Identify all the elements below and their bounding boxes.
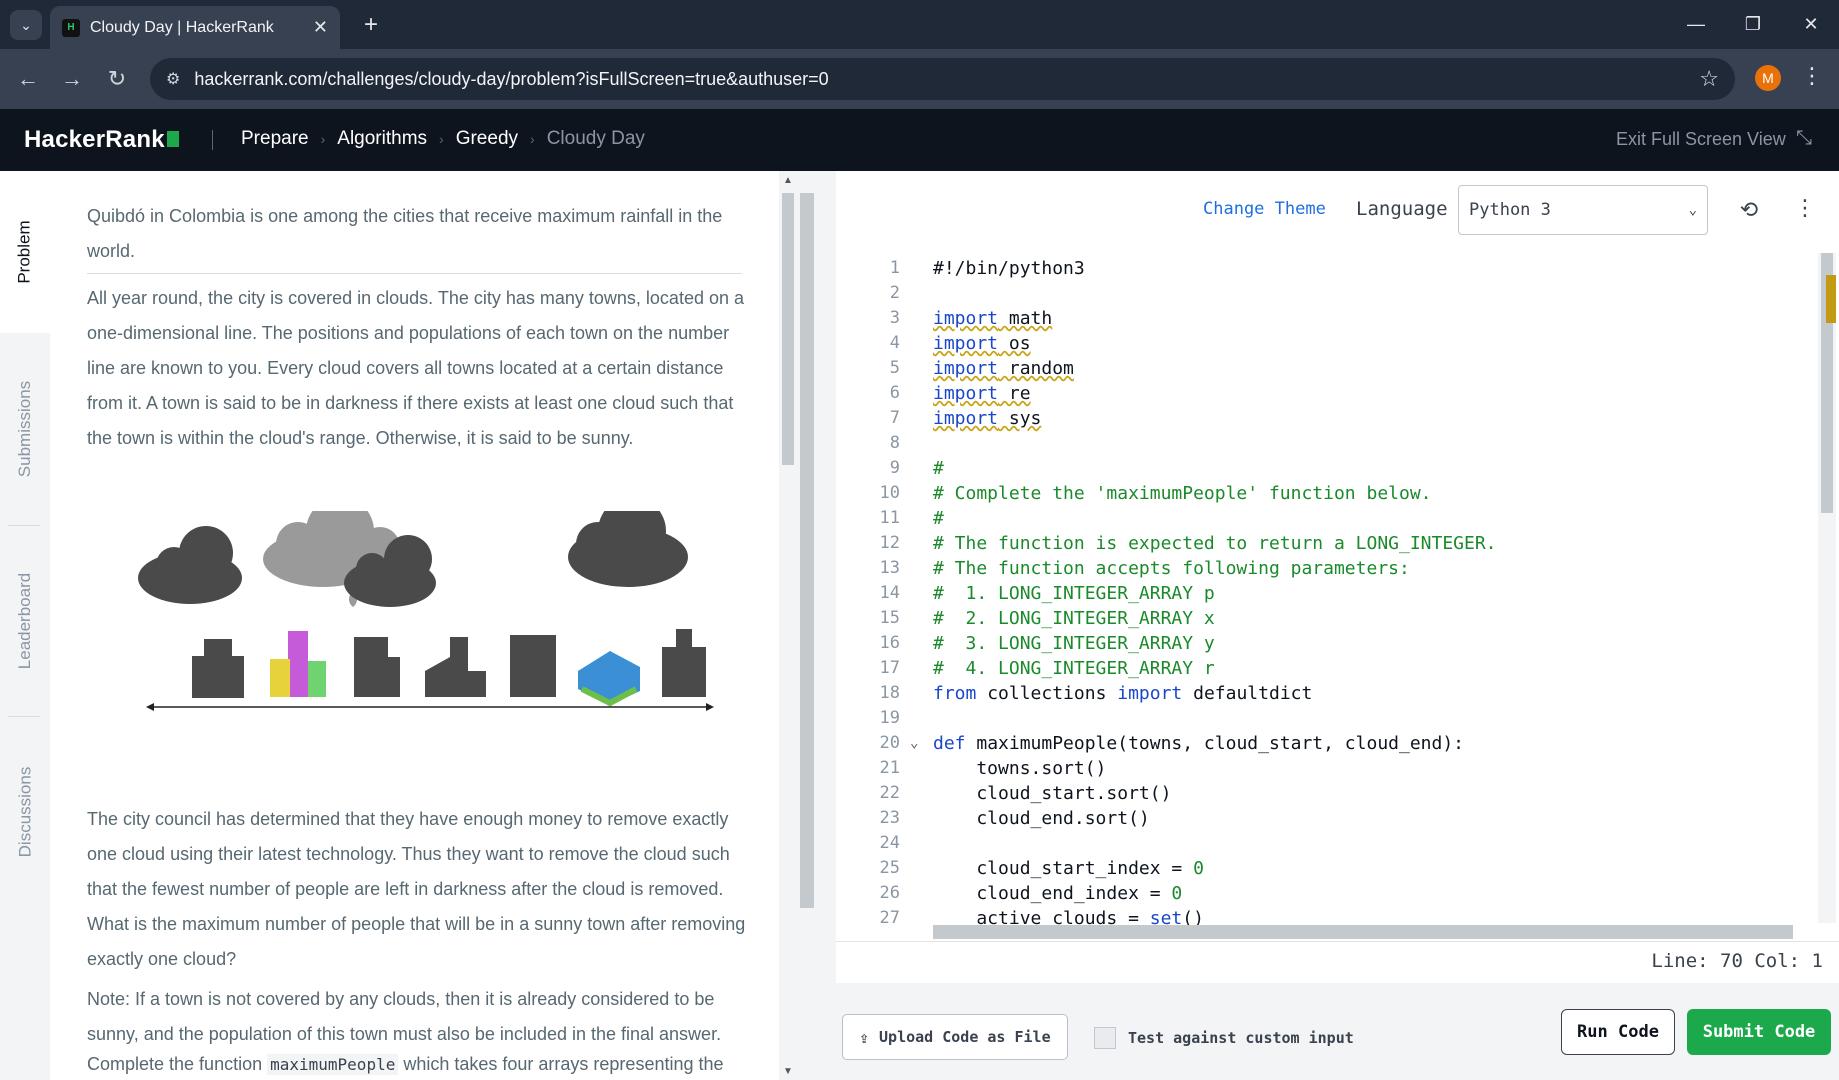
building-icon: [270, 631, 326, 697]
editor-toolbar: Change Theme Language Python 3 ⌄ ⟲ ⋮: [836, 171, 1839, 251]
forward-icon[interactable]: →: [56, 63, 88, 95]
address-bar: ← → ↻ ⚙ hackerrank.com/challenges/cloudy…: [0, 49, 1839, 109]
breadcrumb: Prepare › Algorithms › Greedy › Cloudy D…: [241, 128, 645, 150]
back-icon[interactable]: ←: [12, 63, 44, 95]
editor-vertical-scrollbar[interactable]: [1818, 253, 1836, 923]
breadcrumb-greedy[interactable]: Greedy: [456, 128, 518, 150]
building-icon: [510, 635, 556, 697]
code-editor[interactable]: 1 #!/bin/python3 2 3 import math 4 import o…: [836, 251, 1839, 941]
problem-note: Note: If a town is not covered by any cl…: [87, 989, 722, 1044]
header-divider: [212, 130, 213, 150]
outer-scroll-thumb[interactable]: [800, 193, 814, 908]
cursor-position: Line: 70 Col: 1: [1651, 950, 1823, 972]
breadcrumb-prepare[interactable]: Prepare: [241, 128, 309, 150]
tab-leaderboard-label: Leaderboard: [15, 572, 35, 670]
building-icon: [425, 637, 486, 697]
problem-function-desc: Complete the function maximumPeople whic…: [87, 1047, 757, 1080]
tab-leaderboard[interactable]: Leaderboard: [0, 526, 50, 716]
browser-menu-icon[interactable]: ⋮: [1800, 63, 1824, 89]
profile-avatar[interactable]: M: [1755, 65, 1781, 91]
run-code-button[interactable]: Run Code: [1561, 1009, 1675, 1055]
breadcrumb-algorithms[interactable]: Algorithms: [337, 128, 427, 150]
submit-code-button[interactable]: Submit Code: [1687, 1009, 1831, 1055]
language-select[interactable]: Python 3 ⌄: [1458, 185, 1708, 235]
tab-search-dropdown-icon[interactable]: ⌄: [10, 10, 42, 40]
more-vert-icon[interactable]: ⋮: [1794, 195, 1816, 221]
url-omnibox[interactable]: ⚙ hackerrank.com/challenges/cloudy-day/p…: [150, 58, 1735, 100]
problem-description: All year round, the city is covered in c…: [87, 288, 744, 448]
tab-submissions[interactable]: Submissions: [0, 333, 50, 525]
exit-fullscreen-link[interactable]: Exit Full Screen View: [1616, 129, 1786, 150]
problem-scrollbar[interactable]: ▲ ▼: [779, 171, 797, 1080]
panel-resize-handle[interactable]: [797, 171, 817, 1080]
function-desc-pre: Complete the function: [87, 1054, 268, 1074]
function-name-code: maximumPeople: [267, 1054, 399, 1075]
problem-intro: Quibdó in Colombia is one among the citi…: [87, 206, 723, 261]
cloud-icon: [568, 511, 688, 587]
new-tab-plus-icon[interactable]: +: [356, 10, 386, 40]
url-text[interactable]: hackerrank.com/challenges/cloudy-day/pro…: [194, 69, 1699, 90]
editor-footer: ⇪ Upload Code as File Test against custo…: [836, 983, 1839, 1080]
upload-code-button[interactable]: ⇪ Upload Code as File: [842, 1014, 1068, 1060]
language-value: Python 3: [1469, 200, 1551, 220]
section-divider: [87, 273, 742, 274]
upload-icon: ⇪: [859, 1027, 870, 1047]
custom-input-label[interactable]: Test against custom input: [1128, 1029, 1354, 1047]
restore-icon[interactable]: ❐: [1733, 8, 1773, 40]
building-icon: [354, 637, 400, 697]
left-tab-rail: Problem Submissions Leaderboard Discussi…: [0, 171, 50, 1080]
bookmark-star-icon[interactable]: ☆: [1699, 66, 1719, 92]
problem-panel: Quibdó in Colombia is one among the citi…: [50, 171, 780, 1080]
building-icon: [578, 651, 640, 707]
collapse-icon[interactable]: ⤡: [1796, 127, 1812, 150]
tab-problem[interactable]: Problem: [0, 171, 50, 333]
chevron-down-icon: ⌄: [1688, 202, 1697, 218]
tab-discussions[interactable]: Discussions: [0, 717, 50, 907]
fold-icon[interactable]: ⌄: [910, 731, 918, 756]
breadcrumb-current: Cloudy Day: [546, 128, 645, 149]
chevron-right-icon: ›: [530, 131, 535, 147]
window-close-icon[interactable]: ✕: [1791, 8, 1831, 40]
scroll-marker: [1826, 275, 1836, 323]
tab-problem-label: Problem: [15, 220, 34, 284]
change-theme-link[interactable]: Change Theme: [1203, 199, 1326, 219]
hackerrank-favicon-icon: H: [62, 18, 80, 37]
reload-icon[interactable]: ↻: [101, 63, 133, 95]
browser-tab-bar: ⌄ H Cloudy Day | HackerRank ✕ + — ❐ ✕: [0, 0, 1839, 49]
code-lines[interactable]: 1 #!/bin/python3 2 3 import math 4 import o…: [836, 256, 1839, 931]
minimize-icon[interactable]: —: [1676, 8, 1716, 40]
chevron-right-icon: ›: [439, 131, 444, 147]
chevron-right-icon: ›: [320, 131, 326, 147]
cloudy-towns-illustration: [138, 511, 714, 711]
scroll-down-icon[interactable]: ▼: [783, 1066, 793, 1077]
hackerrank-logo[interactable]: HackerRank: [24, 126, 179, 154]
tab-title: Cloudy Day | HackerRank: [90, 18, 274, 36]
editor-status-bar: Line: 70 Col: 1: [836, 941, 1839, 983]
history-icon[interactable]: ⟲: [1734, 195, 1764, 225]
upload-code-label: Upload Code as File: [879, 1028, 1051, 1046]
problem-task: The city council has determined that the…: [87, 809, 746, 969]
close-tab-icon[interactable]: ✕: [313, 17, 328, 38]
editor-horizontal-scrollbar[interactable]: [933, 925, 1793, 939]
custom-input-checkbox[interactable]: [1094, 1027, 1116, 1049]
scroll-up-icon[interactable]: ▲: [783, 175, 793, 186]
language-label: Language: [1356, 198, 1448, 220]
tab-discussions-label: Discussions: [15, 766, 35, 858]
browser-tab[interactable]: H Cloudy Day | HackerRank ✕: [50, 6, 340, 49]
problem-scroll-thumb[interactable]: [782, 193, 794, 465]
building-icon: [192, 639, 244, 698]
building-icon: [662, 629, 706, 697]
cloud-icon: [138, 526, 242, 604]
hackerrank-header: HackerRank Prepare › Algorithms › Greedy…: [0, 109, 1839, 171]
site-info-icon[interactable]: ⚙: [166, 69, 180, 89]
tab-submissions-label: Submissions: [15, 380, 34, 478]
